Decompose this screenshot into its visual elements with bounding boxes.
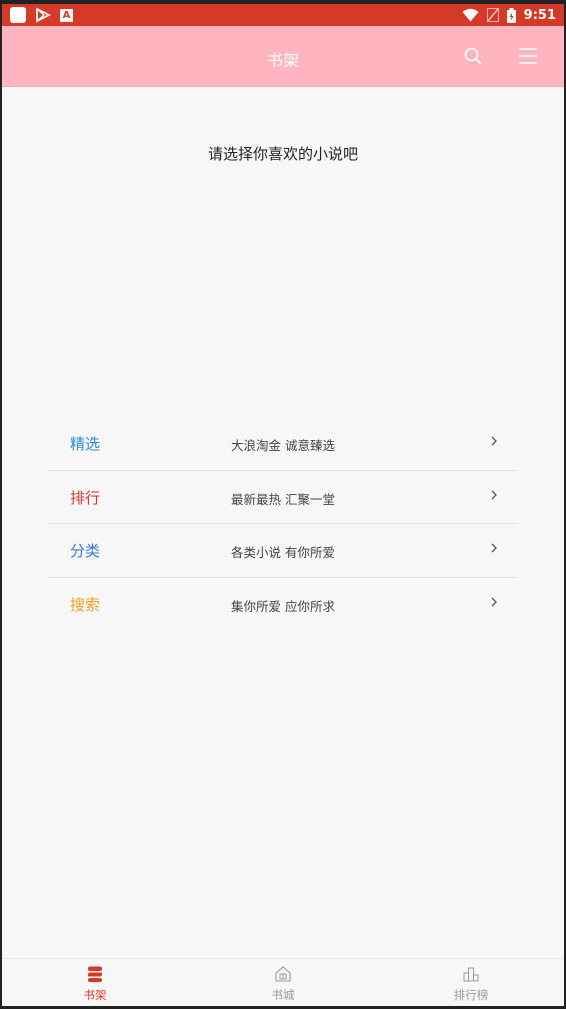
category-menu: 精选 大浪淘金 诚意臻选 排行 最新最热 汇聚一堂 分类 各类小说 有你所爱 搜… <box>48 417 518 631</box>
bookstore-icon <box>275 966 291 982</box>
status-time: 9:51 <box>523 7 556 23</box>
menu-item-search[interactable]: 搜索 集你所爱 应你所求 <box>48 578 518 632</box>
battery-charging-icon <box>506 7 516 23</box>
menu-item-label: 精选 <box>70 435 101 453</box>
a-icon: A <box>60 8 73 22</box>
bottom-nav: 书架 书城 排行榜 <box>2 958 564 1006</box>
no-signal-icon <box>486 8 499 22</box>
menu-item-label: 分类 <box>70 542 101 560</box>
nav-item-bookstore[interactable]: 书城 <box>233 959 333 1006</box>
menu-item-description: 最新最热 汇聚一堂 <box>231 491 335 507</box>
menu-item-label: 排行 <box>70 488 101 507</box>
chevron-right-icon <box>491 436 497 446</box>
menu-item-description: 集你所爱 应你所求 <box>231 598 335 614</box>
search-icon[interactable] <box>463 46 483 66</box>
nav-label: 书城 <box>271 988 295 1002</box>
nav-label: 书架 <box>83 988 107 1002</box>
nav-label: 排行榜 <box>453 988 489 1002</box>
ranking-icon <box>463 967 479 982</box>
menu-item-ranking[interactable]: 排行 最新最热 汇聚一堂 <box>48 471 518 524</box>
nav-item-ranking[interactable]: 排行榜 <box>421 959 521 1006</box>
app-notification-icon <box>10 7 26 23</box>
menu-item-category[interactable]: 分类 各类小说 有你所爱 <box>48 524 518 578</box>
nav-item-bookshelf[interactable]: 书架 <box>45 959 145 1006</box>
menu-item-featured[interactable]: 精选 大浪淘金 诚意臻选 <box>48 417 518 471</box>
play-store-icon <box>36 7 51 23</box>
menu-item-description: 大浪淘金 诚意臻选 <box>231 438 335 453</box>
status-bar: A 9:51 <box>2 4 564 26</box>
chevron-right-icon <box>491 597 497 606</box>
menu-item-description: 各类小说 有你所爱 <box>231 545 335 560</box>
header-bar: 书架 <box>2 26 564 87</box>
menu-item-label: 搜索 <box>70 595 101 614</box>
wifi-icon <box>462 8 479 22</box>
menu-icon[interactable] <box>518 46 538 66</box>
bookshelf-icon <box>87 966 103 982</box>
chevron-right-icon <box>491 490 497 499</box>
prompt-text: 请选择你喜欢的小说吧 <box>207 145 358 163</box>
device-frame: A 9:51 书架 请选择你喜欢的小说吧 精选 大浪淘金 诚意臻选 排行 最新最… <box>0 0 566 1009</box>
app-screen: A 9:51 书架 请选择你喜欢的小说吧 精选 大浪淘金 诚意臻选 排行 最新最… <box>2 4 564 1006</box>
chevron-right-icon <box>491 543 497 553</box>
